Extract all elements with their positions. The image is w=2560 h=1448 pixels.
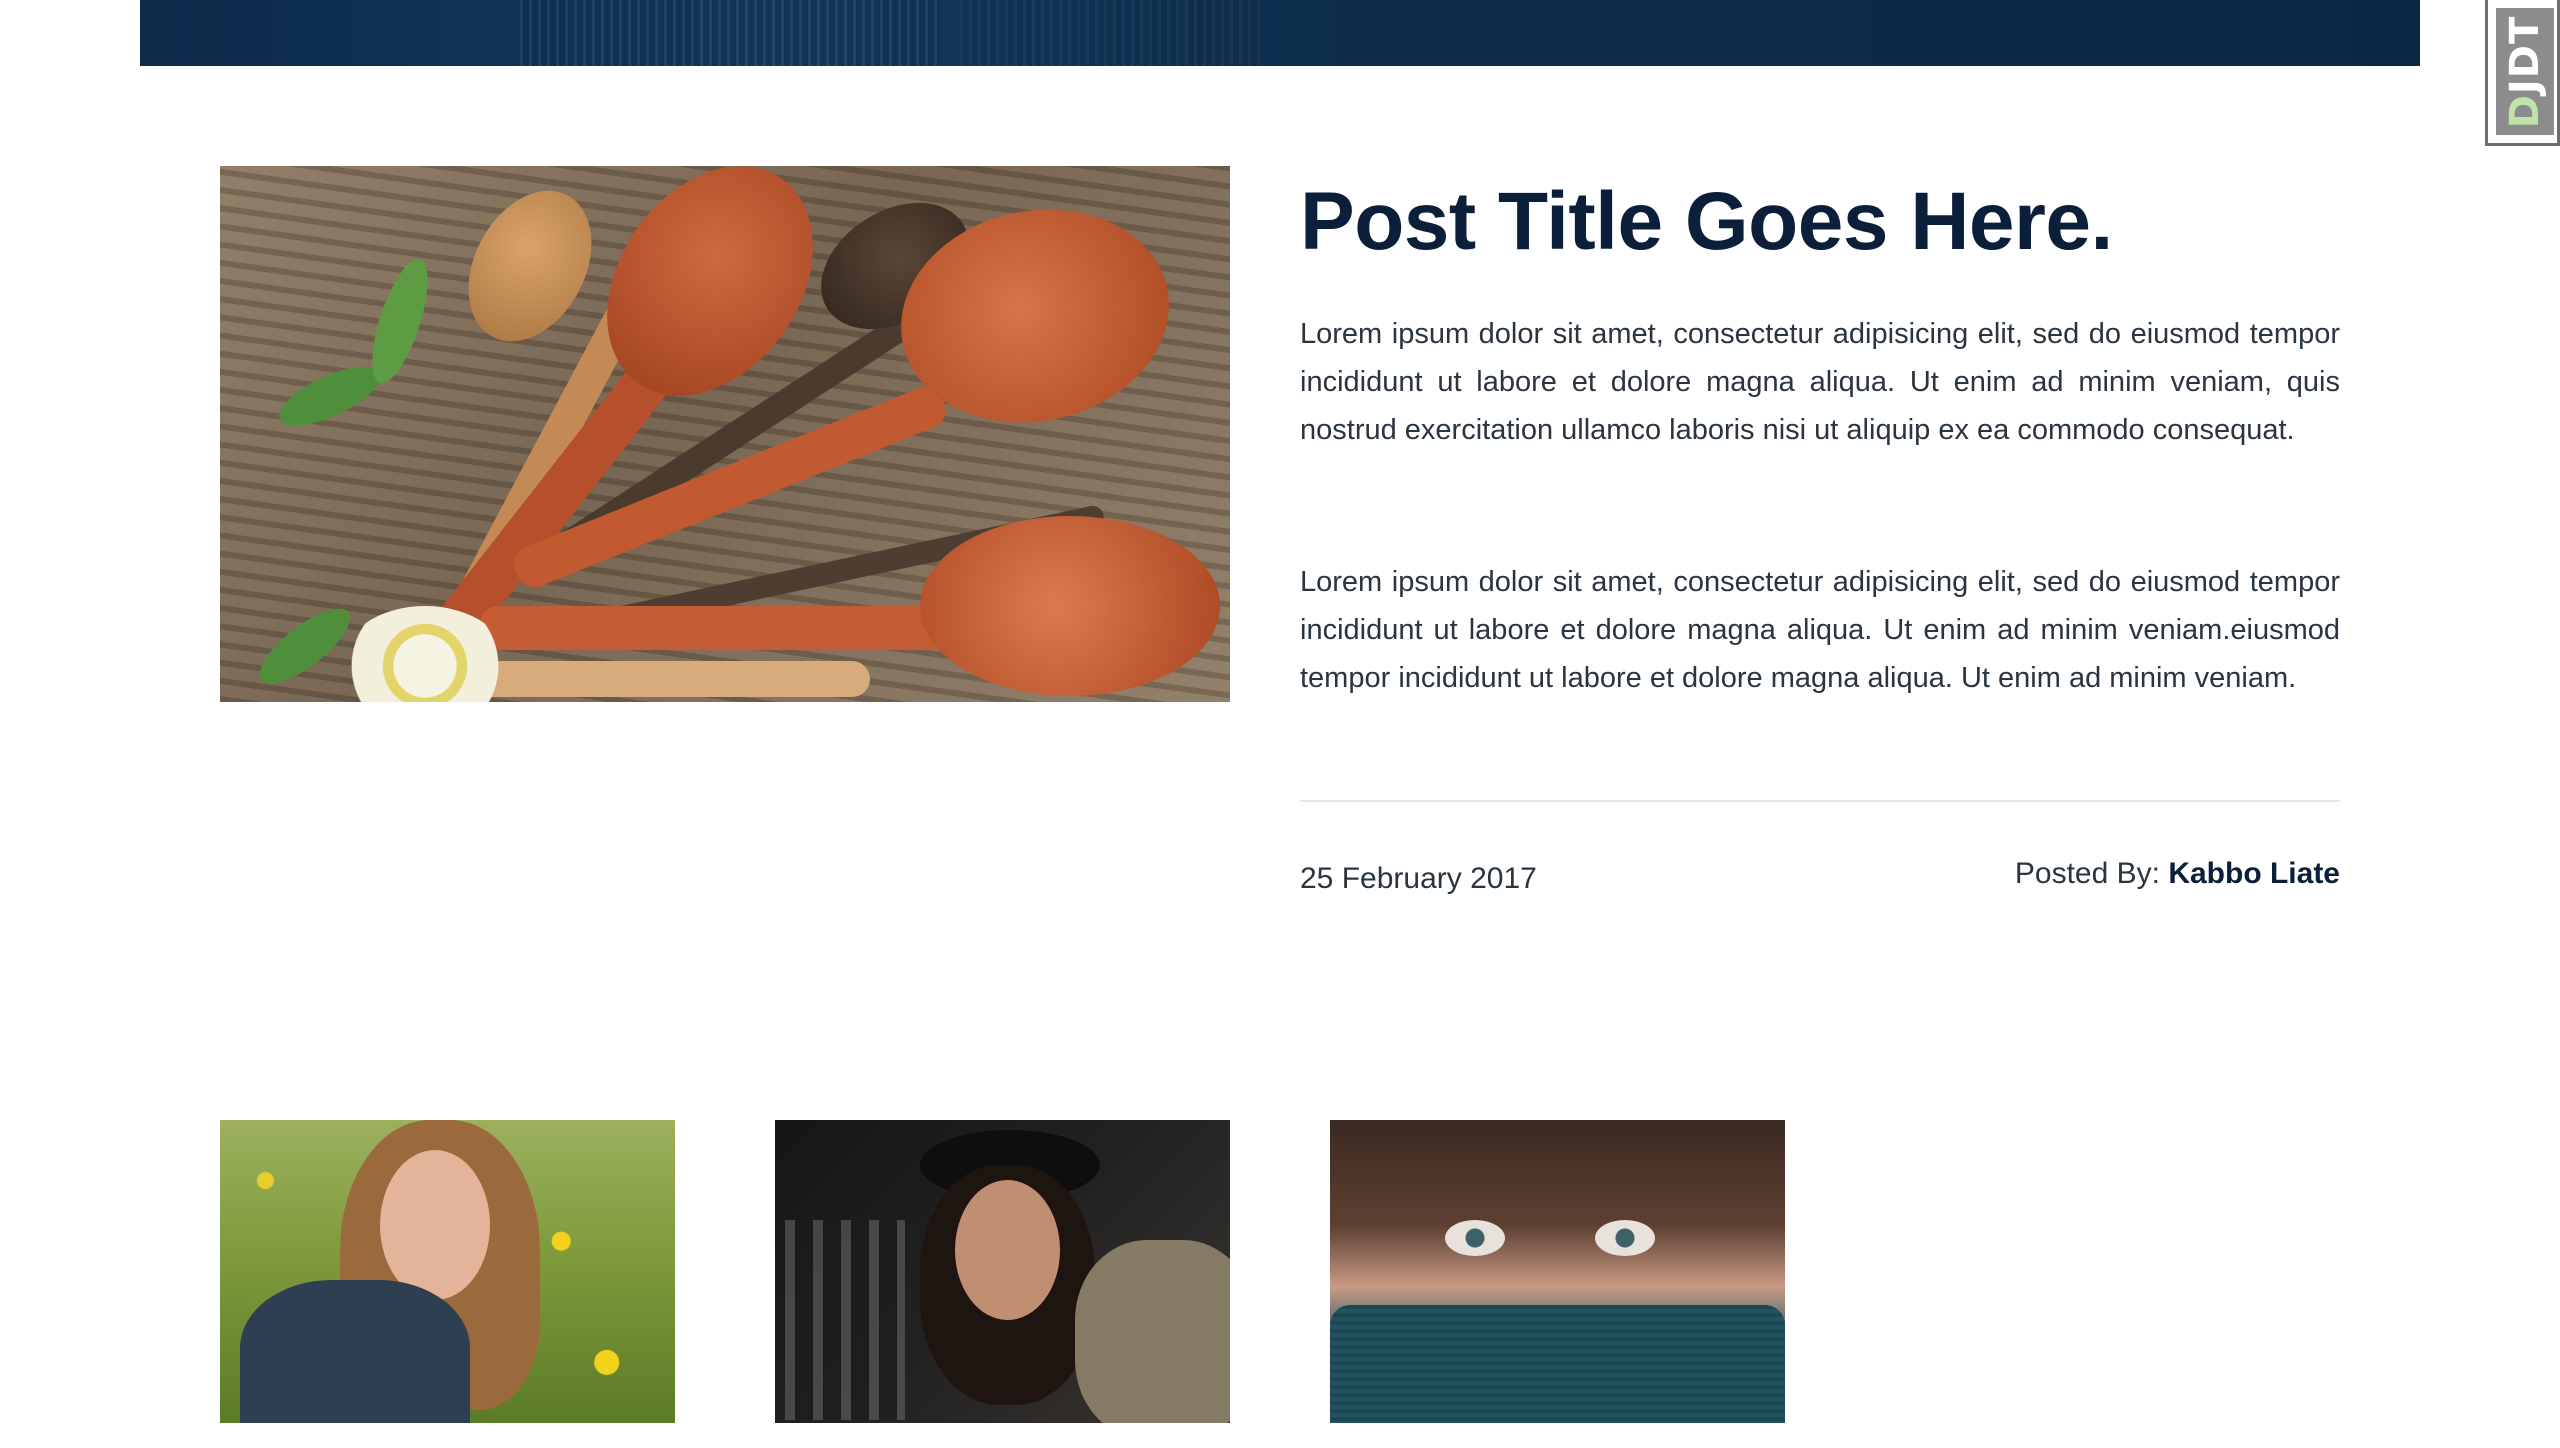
spoon-bowl <box>443 169 617 363</box>
site-badge[interactable]: DJDT <box>2485 0 2560 146</box>
hero-texture <box>960 0 1260 66</box>
badge-logo: DJDT <box>2502 15 2548 128</box>
hero-texture <box>520 0 940 66</box>
gallery-thumb-smiling-woman[interactable] <box>775 1120 1230 1423</box>
hero-banner-strip <box>140 0 2420 66</box>
woman-face <box>380 1150 490 1300</box>
post-paragraph: Lorem ipsum dolor sit amet, consectetur … <box>1300 318 2340 446</box>
window-light <box>785 1220 905 1420</box>
pillow <box>1075 1240 1230 1423</box>
spoon-bowl <box>920 516 1220 696</box>
woman-face <box>955 1180 1060 1320</box>
post-title[interactable]: Post Title Goes Here. <box>1300 175 2113 269</box>
leaf <box>360 253 440 389</box>
leaf <box>271 354 389 438</box>
badge-letters: JDT <box>2502 15 2548 94</box>
badge-background: DJDT <box>2496 8 2554 135</box>
left-eye <box>1445 1220 1505 1256</box>
post-featured-image[interactable] <box>220 166 1230 702</box>
meta-divider <box>1300 800 2340 802</box>
post-paragraph: Lorem ipsum dolor sit amet, consectetur … <box>1300 566 2340 694</box>
author-name[interactable]: Kabbo Liate <box>2168 857 2340 890</box>
post-date: 25 February 2017 <box>1300 862 1537 895</box>
right-eye <box>1595 1220 1655 1256</box>
scarf <box>1330 1305 1785 1423</box>
posted-by: Posted By: Kabbo Liate <box>2015 857 2340 891</box>
woman-shirt <box>240 1280 470 1423</box>
gallery-thumb-woman-in-flowers[interactable] <box>220 1120 675 1423</box>
posted-by-label: Posted By: <box>2014 857 2160 890</box>
spoon-handle <box>450 661 870 697</box>
badge-letter-d: D <box>2502 93 2548 128</box>
gallery-thumb-woman-eyes[interactable] <box>1330 1120 1785 1423</box>
